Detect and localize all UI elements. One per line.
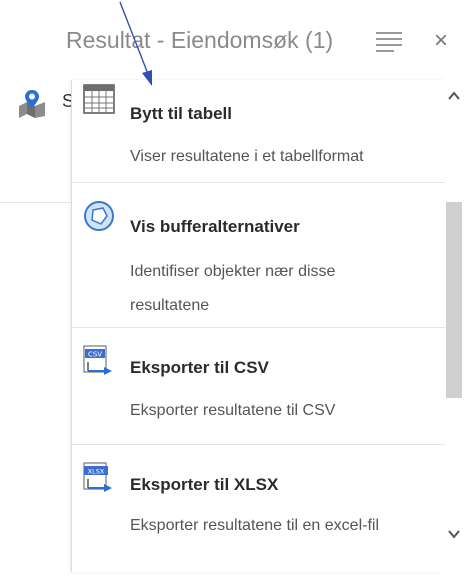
menu-item-label: Vis bufferalternativer <box>130 217 300 236</box>
chevron-down-icon[interactable] <box>446 526 462 542</box>
table-icon <box>83 84 115 114</box>
menu-item-description: Viser resultatene i et tabellformat <box>130 148 364 165</box>
options-menu: Bytt til tabell Viser resultatene i et t… <box>71 80 445 572</box>
svg-text:CSV: CSV <box>88 351 102 359</box>
menu-item-buffer-options[interactable]: Vis bufferalternativer Identifiser objek… <box>72 183 445 328</box>
menu-item-label: Bytt til tabell <box>130 104 233 123</box>
svg-text:XLSX: XLSX <box>88 468 105 476</box>
menu-item-description: Eksporter resultatene til en excel-fil <box>130 517 379 534</box>
menu-item-description: Identifiser objekter nær disse resultate… <box>130 263 336 314</box>
menu-item-switch-to-table[interactable]: Bytt til tabell Viser resultatene i et t… <box>72 80 445 183</box>
menu-item-export-csv[interactable]: CSV Eksporter til CSV Eksporter resultat… <box>72 328 445 445</box>
menu-item-label: Eksporter til XLSX <box>130 475 279 494</box>
scrollbar-thumb[interactable] <box>446 202 462 398</box>
divider <box>0 202 70 203</box>
xlsx-export-icon: XLSX <box>83 462 112 492</box>
buffer-icon <box>84 201 114 231</box>
menu-scrollbar[interactable] <box>444 80 464 568</box>
menu-item-export-xlsx[interactable]: XLSX Eksporter til XLSX Eksporter result… <box>72 445 445 585</box>
chevron-up-icon[interactable] <box>446 88 462 104</box>
menu-item-description: Eksporter resultatene til CSV <box>130 402 336 419</box>
map-pin-icon <box>19 90 45 118</box>
menu-item-label: Eksporter til CSV <box>130 358 269 377</box>
panel-header: Resultat - Eiendomsøk (1) × <box>0 0 464 78</box>
csv-export-icon: CSV <box>83 345 112 375</box>
hamburger-menu-icon[interactable] <box>376 32 402 52</box>
close-icon[interactable]: × <box>434 27 448 55</box>
panel-title: Resultat - Eiendomsøk (1) <box>66 27 334 53</box>
